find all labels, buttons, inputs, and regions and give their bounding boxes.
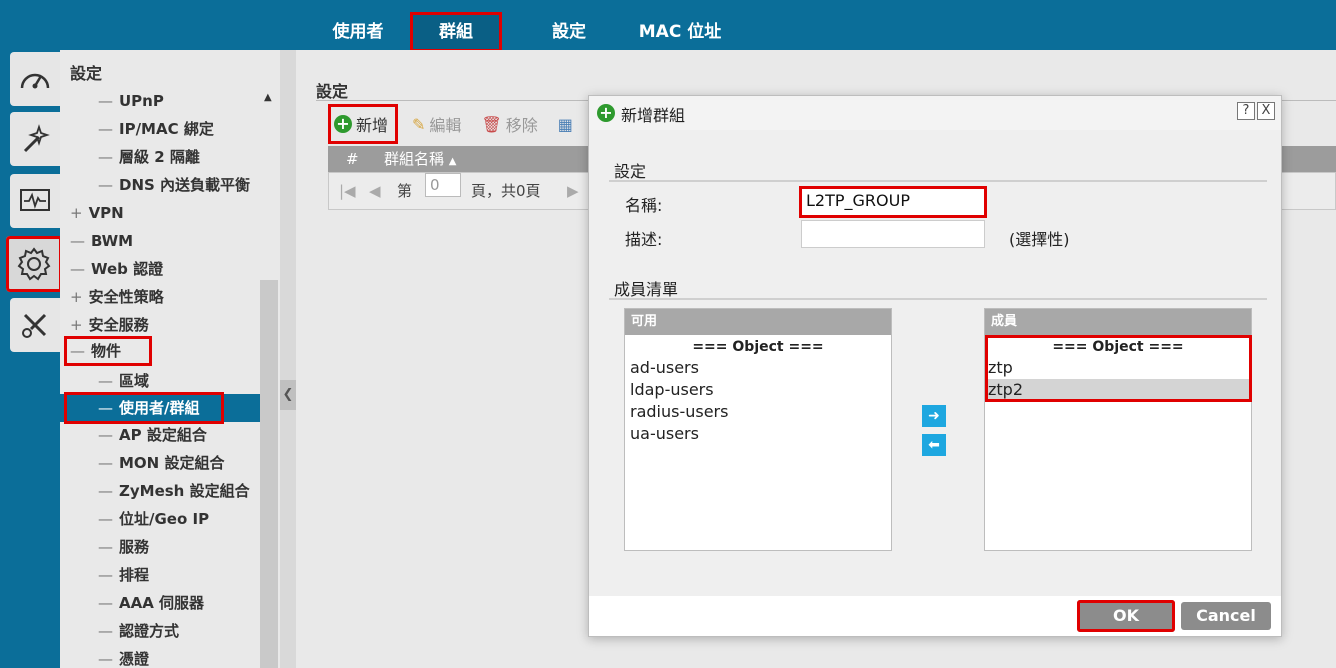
sidebar-item-web-auth[interactable]: — Web 認證 [70,256,163,282]
sidebar-item-zymesh-profile[interactable]: — ZyMesh 設定組合 [98,478,250,504]
settings-section-title: 設定 [614,162,647,181]
divider [609,180,1267,182]
tab-groups[interactable]: 群組 [410,12,502,52]
close-icon[interactable]: X [1257,102,1275,120]
page-label: 第 [397,182,413,200]
tools-icon[interactable] [10,298,60,352]
sidebar-item-service[interactable]: — 服務 [98,534,149,560]
sidebar-item-zone[interactable]: — 區域 [98,368,149,394]
settings-sidebar: 設定 ▲ — UPnP — IP/MAC 綁定 — 層級 2 隔離 — DNS 內送負載… [60,50,280,668]
sidebar-item-aaa-server[interactable]: — AAA 伺服器 [98,590,204,616]
cancel-button[interactable]: Cancel [1181,602,1271,630]
sidebar-item-mon-profile[interactable]: — MON 設定組合 [98,450,224,476]
name-field[interactable]: L2TP_GROUP [799,186,987,218]
sidebar-item-certificate[interactable]: — 憑證 [98,646,149,668]
sidebar-item-security-policy[interactable]: + 安全性策略 [70,284,164,310]
first-page-icon[interactable]: |◀ [339,173,356,209]
member-list-header: 成員 [985,309,1251,335]
wand-icon[interactable] [10,112,60,166]
sidebar-item-layer2-isolation[interactable]: — 層級 2 隔離 [98,144,200,170]
toolbar: + 新增 ✎ 編輯 🗑 移除 ▦ [328,104,591,144]
list-group-label: === Object === [692,339,824,355]
sidebar-item-address-geoip[interactable]: — 位址/Geo IP [98,506,209,532]
available-list-header: 可用 [625,309,891,335]
divider [609,298,1267,300]
name-label: 名稱: [625,196,663,215]
description-label: 描述: [625,230,663,249]
tab-users[interactable]: 使用者 [318,12,398,52]
list-item[interactable]: radius-users [625,401,891,423]
move-left-button[interactable]: ⬅ [922,434,946,456]
grid-icon: ▦ [557,114,573,134]
list-item[interactable]: ldap-users [625,379,891,401]
sidebar-item-schedule[interactable]: — 排程 [98,562,149,588]
sidebar-title: 設定 [70,64,103,83]
members-section-title: 成員清單 [614,280,679,299]
sidebar-scrollbar[interactable] [260,280,278,668]
optional-hint: (選擇性) [1009,230,1070,249]
add-icon: + [334,115,352,133]
gear-icon[interactable] [6,236,62,292]
prev-page-icon[interactable]: ◀ [369,173,381,209]
sidebar-item-security-service[interactable]: + 安全服務 [70,312,149,338]
sort-asc-icon: ▲ [448,156,457,167]
icon-rail [0,50,62,668]
remove-button[interactable]: 🗑 移除 [475,108,543,140]
sidebar-item-auth-method[interactable]: — 認證方式 [98,618,179,644]
dialog-header: + 新增群組 ? X [589,96,1281,130]
sidebar-item-ip-mac-binding[interactable]: — IP/MAC 綁定 [98,116,214,142]
highlight-frame [985,335,1252,402]
monitor-icon[interactable] [10,174,60,228]
ok-button[interactable]: OK [1077,600,1175,632]
collapse-left-icon[interactable]: ❮ [280,380,296,410]
page-input[interactable]: 0 [425,173,461,197]
column-group-name[interactable]: 群組名稱 ▲ [384,146,457,175]
add-group-dialog: + 新增群組 ? X 設定 名稱: L2TP_GROUP 描述: (選擇性) 成… [588,95,1282,637]
trash-icon: 🗑 [481,114,502,134]
edit-label: 編輯 [429,116,462,135]
description-field[interactable] [801,220,985,248]
sidebar-item-object[interactable]: — 物件 [64,336,152,366]
edit-button[interactable]: ✎ 編輯 [406,108,467,140]
tab-mac-address[interactable]: MAC 位址 [624,12,736,52]
more-button[interactable]: ▦ [552,108,583,140]
list-item[interactable]: ad-users [625,357,891,379]
sidebar-item-bwm[interactable]: — BWM [70,228,133,254]
available-list[interactable]: 可用 === Object === ad-users ldap-users ra… [624,308,892,551]
sidebar-collapse-bar: ❮ [280,50,296,668]
next-page-icon[interactable]: ▶ [567,173,579,209]
dialog-title: 新增群組 [621,106,686,125]
sidebar-item-vpn[interactable]: + VPN [70,200,124,226]
top-tab-bar: 使用者 群組 設定 MAC 位址 [0,0,1336,52]
remove-label: 移除 [505,116,538,135]
move-right-button[interactable]: ➜ [922,405,946,427]
add-icon: + [597,104,615,122]
add-button[interactable]: + 新增 [328,104,399,144]
dialog-body: 設定 名稱: L2TP_GROUP 描述: (選擇性) 成員清單 可用 === … [589,130,1281,596]
sidebar-item-dns-inbound-lb[interactable]: — DNS 內送負載平衡 [98,172,250,198]
list-item[interactable]: ua-users [625,423,891,445]
dashboard-icon[interactable] [10,52,60,106]
add-label: 新增 [356,116,389,135]
sidebar-item-upnp[interactable]: — UPnP [98,88,164,114]
dialog-footer: OK Cancel [589,596,1281,636]
edit-icon: ✎ [412,114,426,134]
page-total: 頁，共0頁 [471,182,541,200]
page-title: 設定 [316,82,349,101]
scroll-up-arrow-icon[interactable]: ▲ [264,92,272,103]
tab-settings[interactable]: 設定 [534,12,604,52]
highlight-frame [64,392,224,424]
help-icon[interactable]: ? [1237,102,1255,120]
sidebar-item-ap-profile[interactable]: — AP 設定組合 [98,422,207,448]
column-number: # [346,150,359,168]
